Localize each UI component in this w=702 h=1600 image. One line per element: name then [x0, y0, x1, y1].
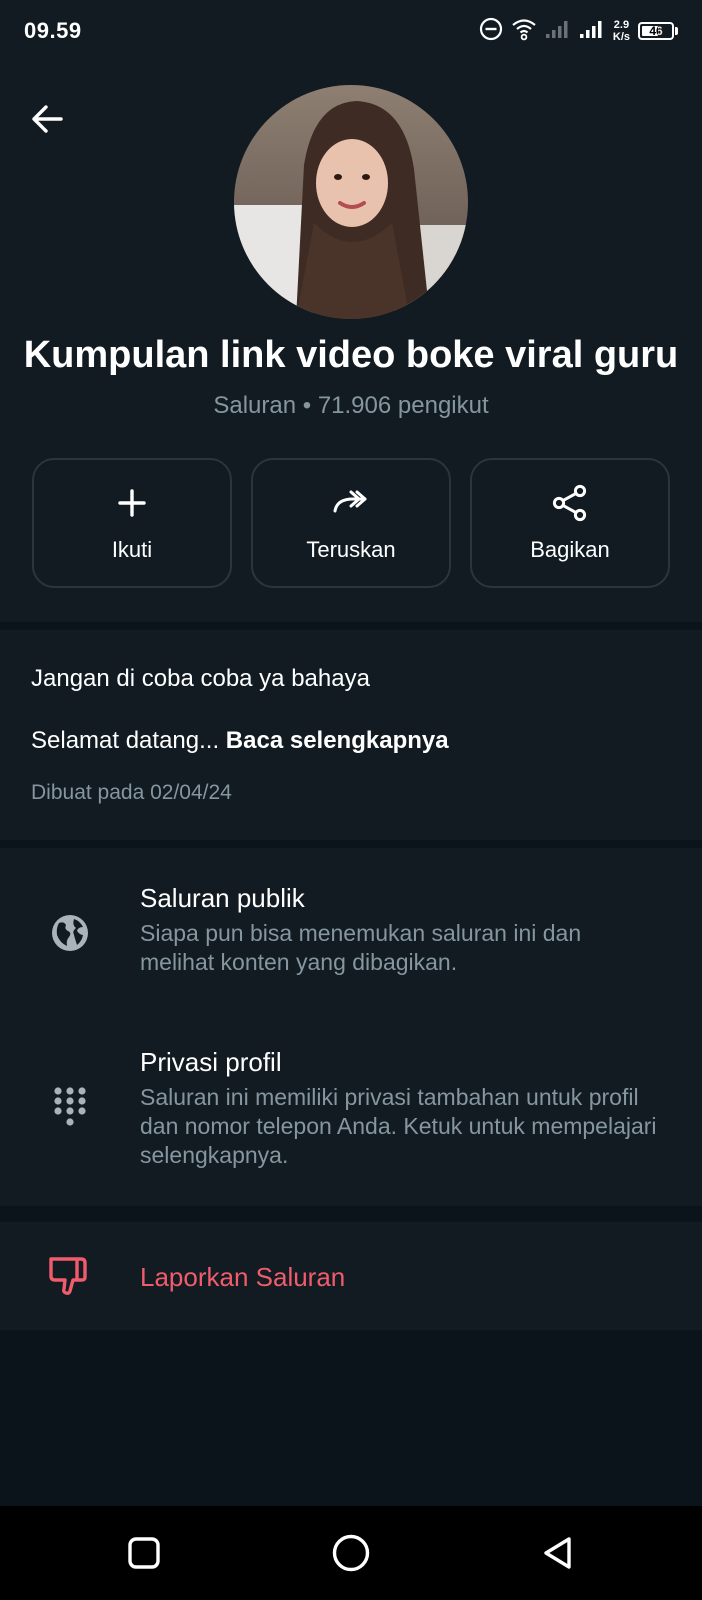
- wifi-icon: [511, 16, 537, 47]
- action-buttons: Ikuti Teruskan Bagikan: [32, 458, 670, 588]
- battery-icon: 46: [638, 22, 678, 40]
- status-icons: 2.9 K/s 46: [479, 16, 678, 47]
- avatar-photo: [234, 85, 468, 319]
- signal-weak-icon: [545, 19, 571, 44]
- arrow-left-icon: [32, 105, 63, 133]
- system-nav-bar: [0, 1506, 702, 1600]
- public-channel-desc: Siapa pun bisa menemukan saluran ini dan…: [140, 920, 582, 975]
- description-text: Jangan di coba coba ya bahaya: [31, 665, 370, 692]
- forward-button[interactable]: Teruskan: [251, 458, 451, 588]
- plus-icon: [112, 483, 152, 523]
- battery-level: 46: [649, 24, 663, 38]
- globe-icon: [48, 911, 92, 955]
- thumbs-down-icon: [46, 1254, 92, 1298]
- status-bar: 09.59 2.9 K/s 46: [0, 0, 702, 62]
- created-date: Dibuat pada 02/04/24: [31, 781, 232, 804]
- read-more-link[interactable]: Baca selengkapnya: [226, 727, 449, 754]
- forward-label: Teruskan: [306, 537, 396, 562]
- channel-description: Jangan di coba coba ya bahaya Selamat da…: [0, 630, 702, 840]
- square-icon: [127, 1537, 160, 1569]
- report-channel-label: Laporkan Saluran: [140, 1262, 346, 1292]
- home-button[interactable]: [321, 1523, 381, 1583]
- share-icon: [550, 483, 590, 523]
- circle-icon: [332, 1534, 370, 1572]
- profile-privacy-desc: Saluran ini memiliki privasi tambahan un…: [140, 1084, 657, 1168]
- back-nav-button[interactable]: [528, 1523, 588, 1583]
- triangle-back-icon: [544, 1537, 572, 1569]
- signal-strong-icon: [579, 19, 605, 44]
- follow-button[interactable]: Ikuti: [32, 458, 232, 588]
- network-speed-unit: K/s: [612, 31, 630, 43]
- channel-header: Kumpulan link video boke viral guru Salu…: [0, 62, 702, 622]
- do-not-disturb-icon: [479, 17, 503, 46]
- back-button[interactable]: [22, 94, 72, 144]
- follow-label: Ikuti: [111, 537, 153, 562]
- channel-subtitle: Saluran • 71.906 pengikut: [213, 392, 489, 419]
- status-time: 09.59: [24, 18, 82, 43]
- share-button[interactable]: Bagikan: [470, 458, 670, 588]
- description-welcome: Selamat datang...: [31, 727, 226, 754]
- report-channel-button[interactable]: Laporkan Saluran: [0, 1222, 702, 1330]
- profile-privacy-title: Privasi profil: [140, 1047, 282, 1077]
- dialpad-icon: [48, 1087, 92, 1131]
- network-speed: 2.9 K/s: [613, 19, 630, 43]
- channel-avatar[interactable]: [234, 85, 468, 319]
- share-label: Bagikan: [530, 537, 610, 562]
- public-channel-title: Saluran publik: [140, 883, 305, 913]
- forward-icon: [331, 483, 371, 523]
- channel-title: Kumpulan link video boke viral guru: [23, 334, 679, 376]
- network-speed-value: 2.9: [613, 19, 630, 31]
- channel-info: Saluran publik Siapa pun bisa menemukan …: [0, 848, 702, 1206]
- recent-apps-button[interactable]: [114, 1523, 174, 1583]
- description-preview: Selamat datang... Baca selengkapnya: [31, 727, 449, 755]
